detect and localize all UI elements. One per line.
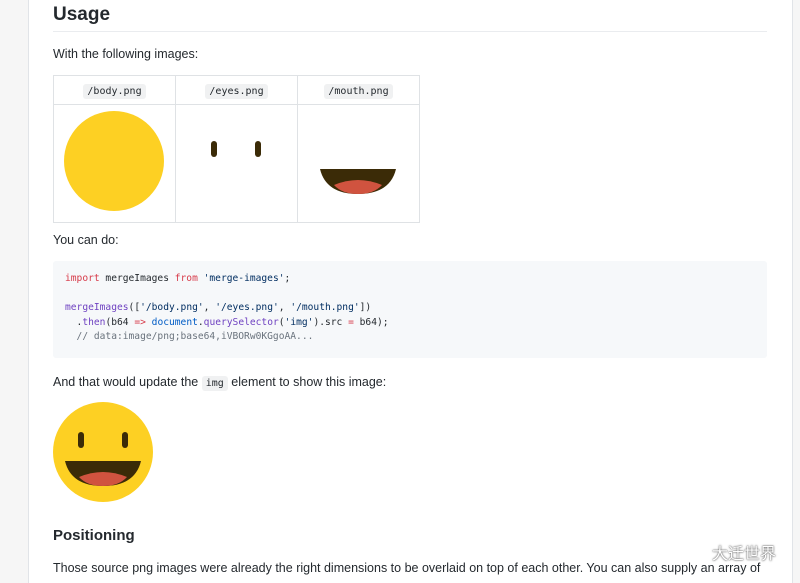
code-string: '/eyes.png' — [215, 302, 279, 314]
code-keyword: import — [65, 273, 100, 284]
code-string: '/body.png' — [140, 302, 204, 314]
watermark-text: 大迁世界 — [711, 546, 776, 563]
you-can-do-text: You can do: — [53, 233, 119, 247]
code-object: document — [151, 316, 198, 328]
source-images-table: /body.png /eyes.png /mouth.png — [53, 75, 420, 223]
mouth-image — [320, 169, 396, 194]
code-text: . — [65, 316, 83, 328]
eyes-image — [211, 141, 261, 157]
table-header-eyes: /eyes.png — [175, 75, 298, 105]
table-header-mouth: /mouth.png — [297, 75, 420, 105]
code-text: ]) — [359, 302, 372, 314]
body-image — [64, 111, 164, 211]
code-text: ).src — [313, 316, 349, 328]
code-text: (b64 — [105, 316, 135, 328]
code-comment: // data:image/png;base64,iVBORw0KGgoAA..… — [65, 331, 314, 343]
code-string: '/mouth.png' — [290, 302, 360, 314]
img-inline-code: img — [201, 376, 228, 391]
result-smiley-image — [53, 402, 153, 502]
positioning-heading: Positioning — [53, 527, 135, 544]
code-string: 'img' — [284, 316, 314, 328]
wechat-icon — [680, 541, 706, 562]
code-keyword: from — [174, 273, 198, 284]
code-text: , — [203, 302, 216, 314]
code-function: then — [82, 316, 106, 328]
usage-heading: Usage — [53, 4, 111, 25]
eyes-filename: /eyes.png — [205, 84, 268, 99]
table-header-body: /body.png — [53, 75, 176, 105]
code-text: b64); — [353, 316, 389, 328]
heading-divider — [53, 31, 767, 32]
readme-page: Usage With the following images: /body.p… — [28, 0, 793, 583]
body-filename: /body.png — [83, 84, 146, 99]
positioning-text: Those source png images were already the… — [53, 561, 761, 575]
eyes-image-cell — [175, 104, 298, 223]
code-text: ([ — [128, 302, 141, 314]
code-text: mergeImages — [99, 273, 175, 284]
code-text: ; — [284, 273, 291, 284]
update-text-before: And that would update the — [53, 375, 202, 389]
watermark: 大迁世界 — [680, 540, 776, 564]
mouth-image-cell — [297, 104, 420, 223]
code-text: , — [278, 302, 291, 314]
update-text: And that would update the img element to… — [53, 374, 386, 392]
intro-text: With the following images: — [53, 47, 199, 61]
mouth-filename: /mouth.png — [324, 84, 393, 99]
code-string: 'merge-images' — [197, 273, 285, 284]
code-function: querySelector — [203, 316, 279, 328]
code-function: mergeImages — [65, 302, 129, 314]
code-keyword: => — [134, 316, 146, 328]
update-text-after: element to show this image: — [227, 375, 387, 389]
code-block: import mergeImages from 'merge-images'; … — [53, 261, 767, 358]
body-image-cell — [53, 104, 176, 223]
